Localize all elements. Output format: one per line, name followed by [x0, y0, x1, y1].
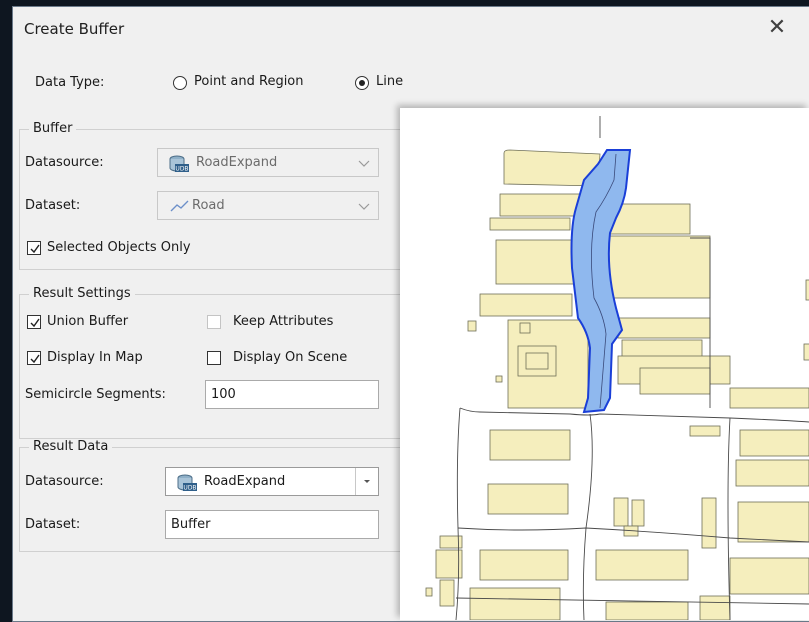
chevron-down-icon — [358, 157, 370, 172]
union-buffer-label[interactable]: Union Buffer — [47, 314, 128, 329]
title-bar: Create Buffer ✕ — [13, 7, 809, 53]
buffer-group-title: Buffer — [29, 121, 77, 136]
radio-line[interactable] — [355, 76, 369, 90]
selected-objects-only-label[interactable]: Selected Objects Only — [47, 240, 191, 255]
display-in-map-checkbox[interactable] — [27, 351, 41, 365]
radio-line-label[interactable]: Line — [376, 74, 403, 89]
display-in-map-label[interactable]: Display In Map — [47, 350, 143, 365]
map-preview[interactable] — [400, 108, 809, 620]
radio-point-and-region-label[interactable]: Point and Region — [194, 74, 304, 89]
selected-objects-only-checkbox[interactable] — [27, 241, 41, 255]
result-dataset-value: Buffer — [171, 517, 211, 532]
result-datasource-value: RoadExpand — [204, 474, 286, 489]
result-settings-title: Result Settings — [29, 286, 135, 301]
svg-text:UDB: UDB — [183, 485, 196, 492]
radio-point-and-region[interactable] — [173, 76, 187, 90]
close-icon[interactable]: ✕ — [762, 13, 792, 43]
display-on-scene-checkbox[interactable] — [207, 351, 221, 365]
dialog-title: Create Buffer — [24, 20, 125, 38]
result-datasource-label: Datasource: — [25, 474, 104, 489]
map-canvas[interactable] — [400, 108, 809, 620]
svg-text:UDB: UDB — [175, 166, 188, 173]
semicircle-segments-label: Semicircle Segments: — [25, 387, 166, 402]
data-type-label: Data Type: — [35, 75, 105, 90]
line-dataset-icon — [170, 199, 190, 217]
buffer-dataset-label: Dataset: — [25, 198, 81, 213]
database-udb-icon: UDB — [168, 155, 190, 177]
buffer-datasource-combo[interactable]: UDB RoadExpand — [157, 148, 379, 177]
semicircle-segments-value: 100 — [211, 387, 236, 402]
buffer-dataset-combo[interactable]: Road — [157, 191, 379, 220]
display-on-scene-label[interactable]: Display On Scene — [233, 350, 347, 365]
result-dataset-input[interactable]: Buffer — [165, 510, 379, 539]
result-dataset-label: Dataset: — [25, 517, 81, 532]
database-udb-icon: UDB — [176, 474, 198, 496]
result-datasource-dropdown-button[interactable] — [355, 468, 378, 495]
union-buffer-checkbox[interactable] — [27, 315, 41, 329]
buffer-datasource-label: Datasource: — [25, 155, 104, 170]
semicircle-segments-input[interactable]: 100 — [205, 380, 379, 409]
parcels — [425, 149, 809, 620]
keep-attributes-label[interactable]: Keep Attributes — [233, 314, 333, 329]
buffer-dataset-value: Road — [192, 198, 225, 213]
chevron-down-icon — [358, 200, 370, 215]
chevron-down-icon — [364, 480, 370, 483]
keep-attributes-checkbox[interactable] — [207, 315, 221, 329]
buffer-datasource-value: RoadExpand — [196, 155, 278, 170]
result-data-title: Result Data — [29, 439, 113, 454]
result-datasource-combo[interactable]: UDB RoadExpand — [165, 467, 379, 496]
